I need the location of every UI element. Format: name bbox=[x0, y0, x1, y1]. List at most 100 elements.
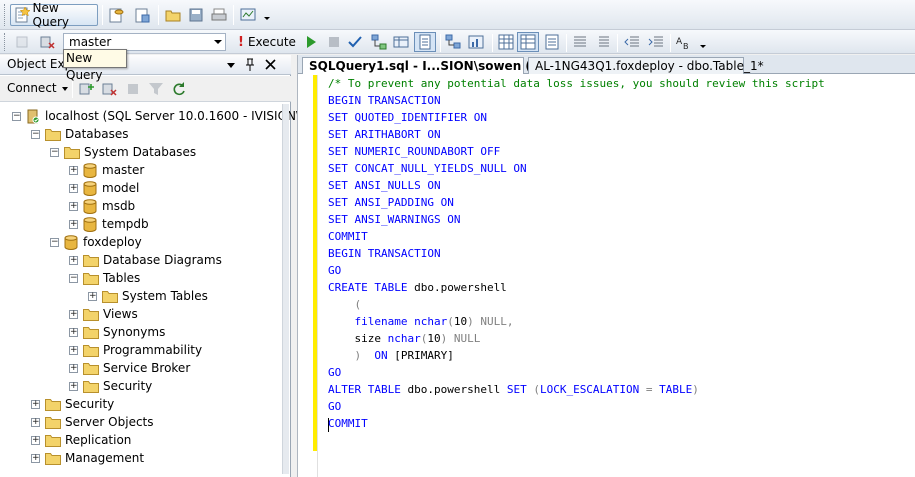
expand-icon[interactable]: + bbox=[31, 417, 40, 427]
collapse-icon[interactable]: − bbox=[50, 237, 59, 247]
tree-node[interactable]: + Server Objects bbox=[31, 413, 154, 431]
results-to-text-toggle[interactable] bbox=[414, 32, 436, 52]
expand-icon[interactable]: + bbox=[69, 201, 78, 211]
results-to-grid-toggle[interactable] bbox=[517, 32, 539, 52]
toolbar-separator bbox=[102, 5, 103, 25]
client-statistics-icon[interactable] bbox=[468, 34, 484, 50]
collapse-icon[interactable]: − bbox=[69, 273, 78, 283]
refresh-icon[interactable] bbox=[171, 81, 187, 97]
sql-keyword: TABLE bbox=[659, 383, 693, 396]
toolbar-grip[interactable] bbox=[4, 33, 7, 51]
code-line: SET ANSI_WARNINGS ON bbox=[328, 211, 460, 228]
comment-lines-icon[interactable] bbox=[572, 34, 588, 50]
tree-node[interactable]: + model bbox=[69, 179, 139, 197]
expand-icon[interactable]: + bbox=[69, 219, 78, 229]
tab-table-designer[interactable]: AL-1NG43Q1.foxdeploy - dbo.Table_1* bbox=[528, 57, 764, 74]
execute-label: Execute bbox=[247, 35, 296, 49]
tree-node-label: Tables bbox=[103, 271, 141, 285]
tab-sqlquery1[interactable]: SQLQuery1.sql - I...SION\sowen (52))* bbox=[302, 57, 565, 74]
expand-icon[interactable]: + bbox=[69, 345, 78, 355]
expand-icon[interactable]: + bbox=[31, 435, 40, 445]
folder-icon bbox=[45, 452, 65, 465]
tree-node[interactable]: − System Databases bbox=[50, 143, 196, 161]
tree-node[interactable]: + Security bbox=[31, 395, 114, 413]
increase-indent-icon[interactable] bbox=[648, 34, 664, 50]
folder-icon bbox=[83, 362, 103, 375]
database-engine-query-icon[interactable] bbox=[108, 7, 124, 23]
auto-hide-pin-icon[interactable] bbox=[244, 58, 256, 72]
sql-code-area[interactable]: /* To prevent any potential data loss is… bbox=[328, 75, 915, 475]
expand-icon[interactable]: + bbox=[69, 255, 78, 265]
tree-scrollbar[interactable] bbox=[282, 104, 289, 474]
specify-template-values-icon[interactable]: AB bbox=[676, 34, 692, 50]
toolbar-overflow-icon[interactable] bbox=[700, 45, 706, 48]
toolbar-grip[interactable] bbox=[4, 4, 7, 26]
save-icon[interactable] bbox=[188, 7, 204, 23]
sql-text: [PRIMARY] bbox=[394, 349, 454, 362]
disconnect-icon[interactable] bbox=[102, 81, 118, 97]
code-line: ( bbox=[328, 296, 362, 313]
expand-icon[interactable]: + bbox=[31, 399, 40, 409]
tree-node[interactable]: + msdb bbox=[69, 197, 135, 215]
tree-node[interactable]: + Database Diagrams bbox=[69, 251, 222, 269]
tree-node[interactable]: + Programmability bbox=[69, 341, 202, 359]
code-line: ALTER TABLE dbo.powershell SET (LOCK_ESC… bbox=[328, 381, 699, 398]
expand-icon[interactable]: + bbox=[88, 291, 97, 301]
code-line: /* To prevent any potential data loss is… bbox=[328, 75, 825, 92]
include-actual-plan-icon[interactable] bbox=[445, 34, 461, 50]
connect-dropdown[interactable]: Connect bbox=[7, 81, 69, 95]
tree-node[interactable]: + master bbox=[69, 161, 144, 179]
tree-node[interactable]: + Security bbox=[69, 377, 152, 395]
activity-monitor-icon[interactable] bbox=[240, 7, 256, 23]
connect-icon[interactable] bbox=[15, 34, 31, 50]
debug-play-icon[interactable] bbox=[303, 34, 319, 50]
tree-node[interactable]: − localhost (SQL Server 10.0.1600 - IVISI… bbox=[12, 107, 343, 125]
results-to-grid-icon[interactable] bbox=[498, 34, 514, 50]
tree-node[interactable]: + Synonyms bbox=[69, 323, 165, 341]
change-connection-icon[interactable] bbox=[40, 34, 56, 50]
toolbar-overflow-icon[interactable] bbox=[264, 17, 270, 20]
tree-node[interactable]: + Management bbox=[31, 449, 144, 467]
decrease-indent-icon[interactable] bbox=[624, 34, 640, 50]
results-to-file-icon[interactable] bbox=[544, 34, 560, 50]
execute-button[interactable]: ! Execute bbox=[238, 32, 296, 52]
toolbar-separator bbox=[440, 34, 441, 52]
parse-checkmark-icon[interactable] bbox=[347, 34, 363, 50]
display-estimated-plan-icon[interactable] bbox=[371, 34, 387, 50]
open-file-icon[interactable] bbox=[165, 7, 181, 23]
tree-node[interactable]: + Service Broker bbox=[69, 359, 190, 377]
tree-node[interactable]: − Tables bbox=[69, 269, 140, 287]
expand-icon[interactable]: + bbox=[31, 453, 40, 463]
sql-keyword: SET ANSI_WARNINGS ON bbox=[328, 213, 461, 226]
tree-node[interactable]: + Replication bbox=[31, 431, 131, 449]
tree-node[interactable]: − foxdeploy bbox=[50, 233, 142, 251]
new-query-button[interactable]: New Query bbox=[10, 1, 98, 29]
query-designer-icon[interactable] bbox=[393, 34, 409, 50]
uncomment-lines-icon[interactable] bbox=[595, 34, 611, 50]
tree-node[interactable]: + System Tables bbox=[88, 287, 208, 305]
close-icon[interactable] bbox=[265, 59, 276, 70]
expand-icon[interactable]: + bbox=[69, 381, 78, 391]
collapse-icon[interactable]: − bbox=[12, 111, 21, 121]
window-position-icon[interactable] bbox=[227, 63, 235, 68]
standard-toolbar: New Query bbox=[0, 0, 915, 30]
collapse-icon[interactable]: − bbox=[31, 129, 40, 139]
results-to-text-icon bbox=[419, 34, 431, 50]
sql-keyword: COMMIT bbox=[328, 417, 368, 430]
tree-node[interactable]: + Views bbox=[69, 305, 138, 323]
expand-icon[interactable]: + bbox=[69, 327, 78, 337]
collapse-icon[interactable]: − bbox=[50, 147, 59, 157]
expand-icon[interactable]: + bbox=[69, 183, 78, 193]
tree-node[interactable]: − Databases bbox=[31, 125, 129, 143]
expand-icon[interactable]: + bbox=[69, 363, 78, 373]
print-icon[interactable] bbox=[211, 7, 227, 23]
expand-icon[interactable]: + bbox=[69, 165, 78, 175]
database-select-value: master bbox=[69, 35, 112, 49]
stop-icon[interactable] bbox=[125, 81, 141, 97]
tree-node[interactable]: + tempdb bbox=[69, 215, 149, 233]
filter-icon[interactable] bbox=[148, 81, 164, 97]
cancel-query-icon[interactable] bbox=[326, 34, 342, 50]
expand-icon[interactable]: + bbox=[69, 309, 78, 319]
analysis-query-icon[interactable] bbox=[134, 7, 150, 23]
